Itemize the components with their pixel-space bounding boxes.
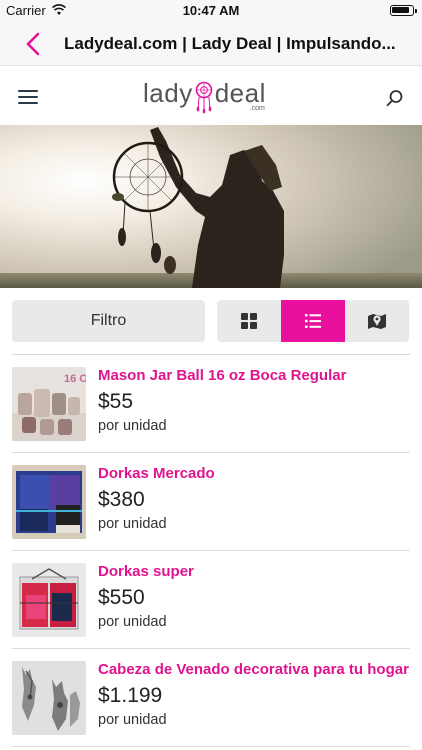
back-chevron-icon[interactable] (22, 31, 46, 57)
product-unit: por unidad (98, 614, 167, 630)
list-view-button[interactable] (281, 300, 345, 342)
battery-icon (390, 5, 417, 16)
logo-text-deal: deal (214, 78, 266, 108)
product-price: $380 (98, 488, 145, 511)
ladydeal-logo[interactable]: lady deal .com (143, 80, 266, 116)
product-item[interactable]: Cabeza de Venado decorativa para tu hoga… (12, 649, 410, 747)
menu-icon[interactable] (18, 90, 38, 105)
logo-suffix: .com (249, 105, 265, 112)
status-bar: Carrier 10:47 AM (0, 0, 422, 22)
product-price: $550 (98, 586, 145, 609)
map-view-button[interactable] (345, 300, 409, 342)
list-icon (305, 314, 321, 328)
product-thumbnail: 16 O (12, 367, 86, 441)
thumbnail-label: 16 O (64, 373, 86, 385)
product-name[interactable]: Mason Jar Ball 16 oz Boca Regular (98, 367, 410, 384)
product-unit: por unidad (98, 712, 167, 728)
product-price: $55 (98, 390, 134, 413)
site-header: lady deal .com (0, 67, 422, 125)
status-time: 10:47 AM (182, 3, 240, 18)
grid-icon (241, 313, 257, 329)
dreamcatcher-logo-icon (195, 81, 213, 114)
hero-banner-image (0, 125, 422, 288)
product-unit: por unidad (98, 516, 167, 532)
navigation-bar: Ladydeal.com | Lady Deal | Impulsando... (0, 22, 422, 66)
product-price: $1.199 (98, 684, 163, 707)
logo-text-lady: lady (143, 78, 193, 108)
product-thumbnail (12, 563, 86, 637)
product-thumbnail (12, 465, 86, 539)
product-name[interactable]: Dorkas super (98, 563, 410, 580)
map-icon (368, 314, 386, 329)
product-item[interactable]: Dorkas Mercado $380 por unidad (12, 453, 410, 551)
view-mode-toggle (217, 300, 409, 342)
product-item[interactable]: 16 O Mason Jar Ball 16 oz Boca Regular $… (12, 355, 410, 453)
filter-button[interactable]: Filtro (12, 300, 205, 342)
product-name[interactable]: Dorkas Mercado (98, 465, 410, 482)
grid-view-button[interactable] (217, 300, 281, 342)
product-name[interactable]: Cabeza de Venado decorativa para tu hoga… (98, 661, 410, 678)
search-icon[interactable] (386, 89, 404, 107)
product-item[interactable]: Dorkas super $550 por unidad (12, 551, 410, 649)
product-thumbnail (12, 661, 86, 735)
page-title: Ladydeal.com | Lady Deal | Impulsando... (64, 34, 396, 53)
product-unit: por unidad (98, 418, 167, 434)
